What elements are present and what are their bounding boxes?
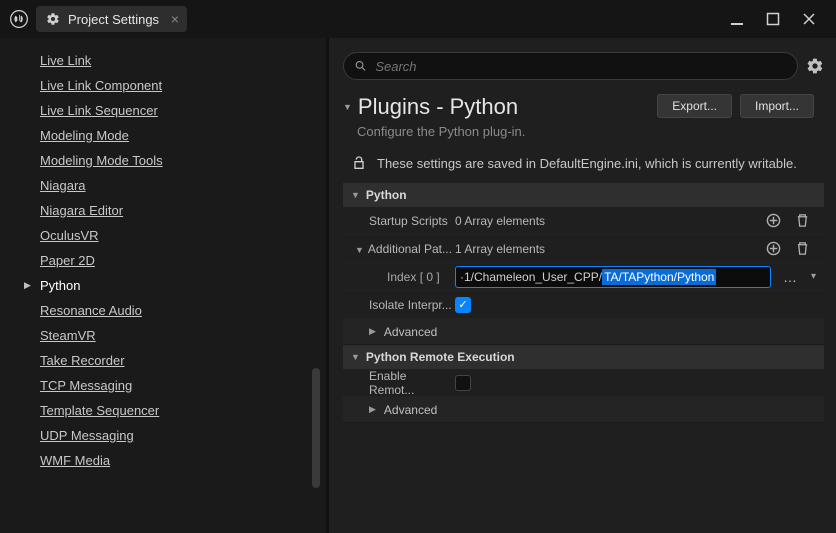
sidebar-item-paper-2d[interactable]: Paper 2D xyxy=(8,248,326,273)
section-collapse-icon[interactable]: ▼ xyxy=(343,102,352,112)
close-icon[interactable]: × xyxy=(171,12,179,26)
scrollbar[interactable] xyxy=(312,368,320,488)
tab-project-settings[interactable]: Project Settings × xyxy=(36,6,187,32)
sidebar-item-niagara[interactable]: Niagara xyxy=(8,173,326,198)
group-python-remote[interactable]: ▼ Python Remote Execution xyxy=(343,345,824,369)
main-panel: ▼ Plugins - Python Export... Import... C… xyxy=(329,38,836,533)
sidebar-item-modeling-mode[interactable]: Modeling Mode xyxy=(8,123,326,148)
enable-remote-checkbox[interactable] xyxy=(455,375,471,391)
sidebar-item-python[interactable]: Python xyxy=(8,273,326,298)
settings-gear-icon[interactable] xyxy=(806,57,824,75)
row-advanced-remote[interactable]: ▶ Advanced xyxy=(343,397,824,423)
row-isolate-interpreter: Isolate Interpr... ✓ xyxy=(343,291,824,319)
sidebar-item-wmf-media[interactable]: WMF Media xyxy=(8,448,326,473)
save-notice: These settings are saved in DefaultEngin… xyxy=(377,156,797,171)
clear-array-icon[interactable] xyxy=(795,213,810,228)
sidebar-item-udp-messaging[interactable]: UDP Messaging xyxy=(8,423,326,448)
window-minimize[interactable] xyxy=(730,12,744,26)
sidebar-item-live-link-sequencer[interactable]: Live Link Sequencer xyxy=(8,98,326,123)
search-input[interactable] xyxy=(375,59,787,74)
row-advanced-python[interactable]: ▶ Advanced xyxy=(343,319,824,345)
tab-title: Project Settings xyxy=(68,12,159,27)
sidebar-item-live-link[interactable]: Live Link xyxy=(8,48,326,73)
group-python[interactable]: ▼ Python xyxy=(343,183,824,207)
search-box[interactable] xyxy=(343,52,798,80)
unreal-logo xyxy=(8,8,30,30)
sidebar-item-resonance-audio[interactable]: Resonance Audio xyxy=(8,298,326,323)
settings-icon xyxy=(46,12,60,26)
page-subtitle: Configure the Python plug-in. xyxy=(343,124,824,139)
window-maximize[interactable] xyxy=(766,12,780,26)
window-close[interactable] xyxy=(802,12,816,26)
row-startup-scripts: Startup Scripts 0 Array elements xyxy=(343,207,824,235)
browse-icon[interactable]: … xyxy=(777,269,803,285)
import-button[interactable]: Import... xyxy=(740,94,814,118)
row-enable-remote: Enable Remot... xyxy=(343,369,824,397)
sidebar-item-steamvr[interactable]: SteamVR xyxy=(8,323,326,348)
titlebar: Project Settings × xyxy=(0,0,836,38)
row-path-index-0: Index [ 0 ] ·1/Chameleon_User_CPP/TA/TAP… xyxy=(343,263,824,291)
isolate-checkbox[interactable]: ✓ xyxy=(455,297,471,313)
sidebar-item-tcp-messaging[interactable]: TCP Messaging xyxy=(8,373,326,398)
path-input[interactable]: ·1/Chameleon_User_CPP/TA/TAPython/Python xyxy=(455,266,771,288)
sidebar-item-live-link-component[interactable]: Live Link Component xyxy=(8,73,326,98)
chevron-down-icon[interactable]: ▾ xyxy=(803,271,824,282)
row-additional-paths[interactable]: ▼Additional Pat... 1 Array elements xyxy=(343,235,824,263)
add-array-element-icon[interactable] xyxy=(766,241,781,256)
sidebar-item-oculusvr[interactable]: OculusVR xyxy=(8,223,326,248)
sidebar-item-modeling-mode-tools[interactable]: Modeling Mode Tools xyxy=(8,148,326,173)
sidebar-item-take-recorder[interactable]: Take Recorder xyxy=(8,348,326,373)
sidebar-item-niagara-editor[interactable]: Niagara Editor xyxy=(8,198,326,223)
unlock-icon xyxy=(351,155,367,171)
sidebar: Live LinkLive Link ComponentLive Link Se… xyxy=(0,38,326,533)
sidebar-item-template-sequencer[interactable]: Template Sequencer xyxy=(8,398,326,423)
search-icon xyxy=(354,59,367,73)
page-title: Plugins - Python xyxy=(358,94,518,120)
export-button[interactable]: Export... xyxy=(657,94,732,118)
add-array-element-icon[interactable] xyxy=(766,213,781,228)
clear-array-icon[interactable] xyxy=(795,241,810,256)
